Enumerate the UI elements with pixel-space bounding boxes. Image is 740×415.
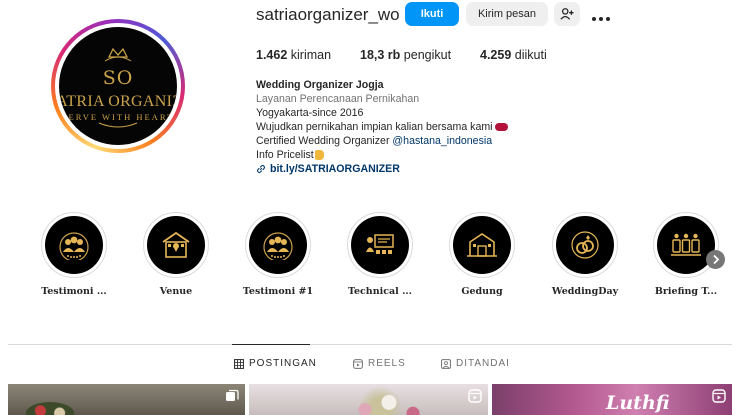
tab-reels-label: REELS [368, 358, 406, 369]
highlight-cover [45, 216, 103, 274]
presentation-icon [366, 234, 394, 254]
highlight-technical[interactable]: Technical ... [330, 212, 430, 297]
tab-reels[interactable]: REELS [353, 358, 406, 369]
following-count: 4.259 [480, 48, 512, 62]
carousel-icon [226, 389, 239, 401]
followers-stat[interactable]: 18,3 rb pengikut [360, 48, 451, 62]
post-image-content [26, 402, 74, 415]
highlight-label: Briefing T... [654, 286, 718, 297]
highlight-label: Testimoni ... [41, 286, 107, 297]
highlight-label: Technical ... [347, 286, 412, 297]
suggest-accounts-button[interactable] [554, 2, 580, 26]
avatar-logo: SO SATRIA ORGANIZER SERVE WITH HEART [59, 27, 177, 145]
highlight-cover [351, 216, 409, 274]
highlight-ring [245, 212, 311, 278]
bio-external-link[interactable]: bit.ly/SATRIAORGANIZER [256, 162, 508, 176]
link-icon [257, 165, 265, 173]
highlight-label: WeddingDay [551, 286, 619, 297]
highlight-cover [249, 216, 307, 274]
highlight-cover [556, 216, 614, 274]
group-stars-icon [263, 232, 293, 260]
group-stars-icon [59, 232, 89, 260]
followers-label: pengikut [403, 48, 452, 62]
bio-certified-text: Certified Wedding Organizer [256, 135, 393, 147]
profile-bio: Wedding Organizer Jogja Layanan Perencan… [256, 78, 508, 176]
highlight-venue[interactable]: Venue [126, 212, 226, 297]
bio-line-since: Yogyakarta-since 2016 [256, 107, 364, 119]
highlight-ring [143, 212, 209, 278]
bio-tagline-text: Wujudkan pernikahan impian kalian bersam… [256, 121, 493, 133]
follow-button[interactable]: Ikuti [405, 2, 459, 26]
post-image-content [349, 388, 429, 415]
highlight-label: Testimoni #1 [242, 286, 314, 297]
bio-category: Layanan Perencanaan Pernikahan [256, 93, 420, 105]
building-location-icon [162, 231, 190, 258]
add-person-icon [560, 8, 574, 20]
following-label: diikuti [514, 48, 547, 62]
more-options-icon[interactable] [590, 8, 614, 22]
post-overlay-text: Luthfi [606, 392, 670, 414]
highlight-cover [147, 216, 205, 274]
tab-posts[interactable]: POSTINGAN [234, 358, 317, 369]
active-tab-indicator [232, 344, 310, 345]
building-icon [467, 233, 497, 257]
bio-line-tagline: Wujudkan pernikahan impian kalian bersam… [256, 120, 508, 134]
chevron-right-icon [713, 254, 720, 265]
rings-icon [571, 231, 599, 259]
posts-label: kiriman [290, 48, 332, 62]
bio-line-certified: Certified Wedding Organizer @hastana_ind… [256, 134, 508, 148]
following-stat[interactable]: 4.259 diikuti [480, 48, 547, 62]
highlight-cover [453, 216, 511, 274]
highlight-testimoni-2[interactable]: Testimoni #1 [228, 212, 328, 297]
post-thumbnail[interactable] [249, 384, 488, 415]
highlight-ring [347, 212, 413, 278]
bio-link-text: bit.ly/SATRIAORGANIZER [270, 163, 400, 175]
post-thumbnail[interactable]: Luthfi [492, 384, 732, 415]
profile-username: satriaorganizer_wo [256, 5, 400, 24]
tabs-divider [8, 344, 732, 345]
tab-posts-label: POSTINGAN [249, 358, 317, 369]
logo-name: SATRIA ORGANIZER [59, 93, 177, 110]
highlight-label: Venue [159, 286, 193, 297]
send-message-button[interactable]: Kirim pesan [466, 2, 548, 26]
profile-avatar[interactable]: SO SATRIA ORGANIZER SERVE WITH HEART [51, 19, 185, 153]
highlight-label: Gedung [461, 286, 503, 297]
tab-tagged-label: DITANDAI [456, 358, 510, 369]
highlight-ring [552, 212, 618, 278]
grid-icon [234, 358, 244, 369]
tab-tagged[interactable]: DITANDAI [441, 358, 510, 369]
tagged-icon [441, 358, 451, 369]
highlight-weddingday[interactable]: WeddingDay [535, 212, 635, 297]
logo-tagline: SERVE WITH HEART [61, 112, 175, 122]
posts-count: 1.462 [256, 48, 288, 62]
highlight-ring [41, 212, 107, 278]
highlight-ring [449, 212, 515, 278]
heart-emoji-icon [494, 123, 508, 132]
avatar-gap: SO SATRIA ORGANIZER SERVE WITH HEART [55, 23, 181, 149]
followers-count: 18,3 rb [360, 48, 401, 62]
post-thumbnail[interactable] [8, 384, 245, 415]
highlights-next-button[interactable] [706, 250, 725, 269]
team-icon [671, 233, 701, 256]
bio-line-pricelist: Info Pricelist [256, 148, 508, 162]
highlight-gedung[interactable]: Gedung [432, 212, 532, 297]
reels-icon [468, 389, 482, 403]
logo-initials: SO [102, 67, 134, 89]
bio-name: Wedding Organizer Jogja [256, 79, 384, 91]
reels-icon [353, 358, 363, 369]
highlight-testimoni-1[interactable]: Testimoni ... [24, 212, 124, 297]
pointing-hand-emoji-icon [314, 150, 324, 161]
reels-icon [712, 389, 726, 403]
bio-mention-link[interactable]: @hastana_indonesia [392, 135, 492, 147]
bio-pricelist-text: Info Pricelist [256, 149, 314, 161]
posts-stat: 1.462 kiriman [256, 48, 331, 62]
